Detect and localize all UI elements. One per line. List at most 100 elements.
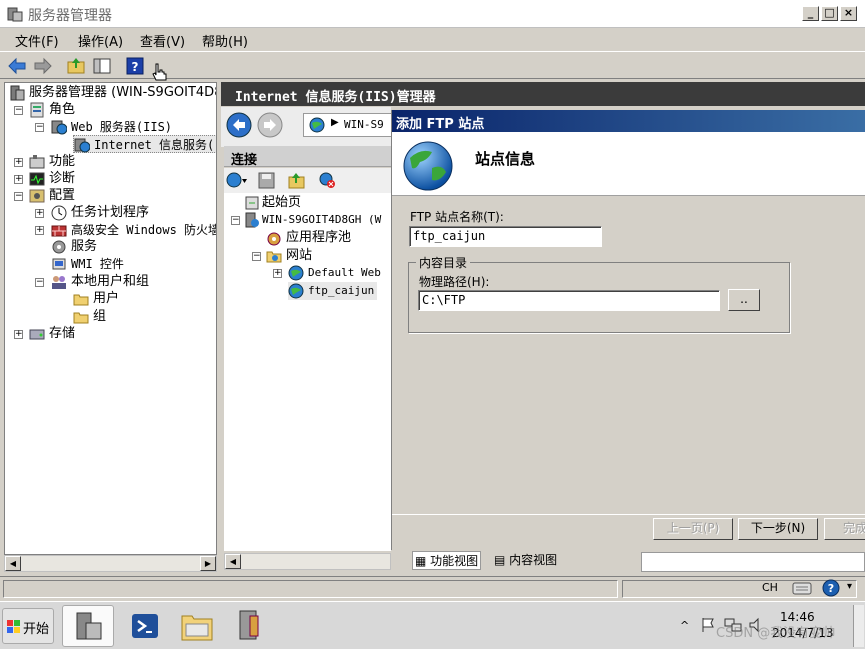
iis-icon bbox=[74, 138, 90, 153]
up-folder-icon[interactable] bbox=[66, 56, 86, 76]
forward-arrow-icon[interactable] bbox=[33, 56, 53, 76]
menu-bar: 文件(F) 操作(A) 查看(V) 帮助(H) bbox=[0, 28, 865, 50]
up-folder-icon[interactable] bbox=[288, 172, 305, 189]
address-field[interactable]: ▶ WIN-S9 bbox=[303, 113, 393, 137]
dialog-header: 站点信息 bbox=[392, 132, 865, 196]
tree-web-server[interactable]: Web 服务器(IIS) bbox=[51, 118, 172, 136]
tree-config[interactable]: 配置 bbox=[29, 187, 75, 205]
show-hide-tree-icon[interactable] bbox=[92, 56, 112, 76]
tree-start-page[interactable]: 起始页 bbox=[244, 194, 301, 212]
show-desktop-button[interactable] bbox=[853, 605, 864, 647]
server-icon bbox=[10, 85, 25, 101]
maximize-button[interactable]: □ bbox=[821, 6, 838, 21]
expand-web-server[interactable]: − bbox=[35, 123, 44, 132]
tree-features[interactable]: 功能 bbox=[29, 153, 75, 171]
language-indicator[interactable]: CH bbox=[762, 581, 778, 594]
taskbar-server-manager[interactable] bbox=[62, 605, 114, 647]
scroll-left-arrow[interactable]: ◀ bbox=[225, 554, 241, 569]
tree-roles[interactable]: 角色 bbox=[29, 101, 75, 119]
tree-firewall[interactable]: 高级安全 Windows 防火墙 bbox=[51, 221, 216, 239]
scroll-right-arrow[interactable]: ▶ bbox=[200, 556, 216, 571]
clock-icon bbox=[51, 205, 67, 221]
flag-icon[interactable] bbox=[700, 617, 716, 633]
status-pane-main bbox=[3, 580, 618, 598]
menu-action[interactable]: 操作(A) bbox=[78, 31, 123, 50]
gear-icon bbox=[52, 240, 66, 254]
roles-icon bbox=[30, 102, 44, 118]
back-circle-icon[interactable] bbox=[226, 112, 252, 138]
features-icon bbox=[29, 155, 45, 169]
diagnostics-icon bbox=[29, 172, 45, 186]
site-name-input[interactable]: ftp_caijun bbox=[409, 226, 602, 247]
menu-help[interactable]: 帮助(H) bbox=[202, 31, 248, 50]
expand-roles[interactable]: − bbox=[14, 106, 23, 115]
tree-services[interactable]: 服务 bbox=[51, 238, 97, 256]
tray-expand-icon[interactable]: ^ bbox=[680, 619, 689, 632]
app-pool-icon bbox=[267, 232, 281, 246]
next-button[interactable]: 下一步(N) bbox=[738, 518, 818, 540]
svg-text:?: ? bbox=[132, 60, 139, 74]
tree-groups[interactable]: 组 bbox=[73, 308, 106, 326]
powershell-icon bbox=[132, 614, 158, 638]
save-icon[interactable] bbox=[258, 172, 275, 189]
tree-task-scheduler[interactable]: 任务计划程序 bbox=[51, 204, 149, 222]
close-button[interactable]: × bbox=[840, 6, 857, 21]
finish-button[interactable]: 完成 bbox=[824, 518, 865, 540]
previous-button[interactable]: 上一页(P) bbox=[653, 518, 733, 540]
feature-view-tab[interactable]: ▦ 功能视图 bbox=[412, 551, 482, 570]
expand-storage[interactable]: + bbox=[14, 330, 23, 339]
expand-firewall[interactable]: + bbox=[35, 226, 44, 235]
tree-storage[interactable]: 存储 bbox=[29, 325, 75, 343]
expand-features[interactable]: + bbox=[14, 158, 23, 167]
left-tree-scrollbar[interactable]: ◀ ▶ bbox=[4, 555, 217, 572]
scroll-left-arrow[interactable]: ◀ bbox=[5, 556, 21, 571]
help-icon[interactable]: ? bbox=[125, 56, 145, 76]
connect-globe-icon[interactable] bbox=[226, 172, 248, 189]
add-ftp-site-dialog: 添加 FTP 站点 站点信息 FTP 站点名称(T): ftp_caijun 内… bbox=[391, 110, 865, 550]
help-circle-icon[interactable]: ? bbox=[822, 579, 840, 597]
tree-diagnostics[interactable]: 诊断 bbox=[29, 170, 75, 188]
content-view-tab[interactable]: ▤ 内容视图 bbox=[494, 551, 557, 568]
tree-sites[interactable]: 网站 bbox=[266, 247, 312, 265]
toolbar: ? bbox=[0, 51, 865, 81]
tree-app-pools[interactable]: 应用程序池 bbox=[266, 229, 351, 247]
sites-folder-icon bbox=[266, 251, 282, 263]
forward-circle-icon[interactable] bbox=[257, 112, 283, 138]
taskbar-iis-manager[interactable] bbox=[226, 605, 274, 647]
connections-scrollbar[interactable]: ◀ bbox=[224, 553, 391, 570]
expand-diagnostics[interactable]: + bbox=[14, 175, 23, 184]
keyboard-icon[interactable] bbox=[792, 580, 812, 596]
firewall-icon bbox=[51, 225, 67, 237]
options-arrow-icon[interactable]: ▾ bbox=[847, 581, 852, 592]
tree-ftp-site[interactable]: ftp_caijun bbox=[288, 282, 378, 300]
svg-text:?: ? bbox=[828, 582, 834, 595]
tree-wmi[interactable]: WMI 控件 bbox=[51, 255, 124, 273]
tree-root[interactable]: 服务器管理器 (WIN-S9GOIT4D8G bbox=[9, 84, 216, 102]
dialog-divider bbox=[392, 514, 865, 515]
expand-task-scheduler[interactable]: + bbox=[35, 209, 44, 218]
physical-path-label: 物理路径(H): bbox=[419, 275, 490, 289]
expand-local-users[interactable]: − bbox=[35, 278, 44, 287]
breadcrumb-arrow-icon: ▶ bbox=[331, 117, 339, 128]
physical-path-input[interactable]: C:\FTP bbox=[418, 290, 720, 311]
tree-default-web[interactable]: Default Web bbox=[288, 264, 381, 282]
back-arrow-icon[interactable] bbox=[7, 56, 27, 76]
tree-users[interactable]: 用户 bbox=[73, 290, 119, 308]
disconnect-icon[interactable] bbox=[319, 172, 336, 189]
taskbar-explorer[interactable] bbox=[174, 605, 222, 647]
status-bar bbox=[0, 576, 865, 601]
start-button[interactable]: 开始 bbox=[2, 608, 54, 644]
minimize-button[interactable]: _ bbox=[802, 6, 819, 21]
menu-view[interactable]: 查看(V) bbox=[140, 31, 185, 50]
browse-button[interactable]: .. bbox=[728, 289, 760, 311]
tree-iis[interactable]: Internet 信息服务( bbox=[73, 135, 216, 153]
expand-server[interactable]: − bbox=[231, 216, 240, 225]
taskbar-powershell[interactable] bbox=[122, 605, 170, 647]
menu-file[interactable]: 文件(F) bbox=[15, 31, 59, 50]
expand-config[interactable]: − bbox=[14, 192, 23, 201]
expand-default-web[interactable]: + bbox=[273, 269, 282, 278]
expand-sites[interactable]: − bbox=[252, 252, 261, 261]
iis-manager-header: Internet 信息服务(IIS)管理器 bbox=[221, 82, 865, 106]
tree-local-users[interactable]: 本地用户和组 bbox=[51, 273, 149, 291]
tree-server[interactable]: WIN-S9GOIT4D8GH (W bbox=[244, 211, 381, 229]
